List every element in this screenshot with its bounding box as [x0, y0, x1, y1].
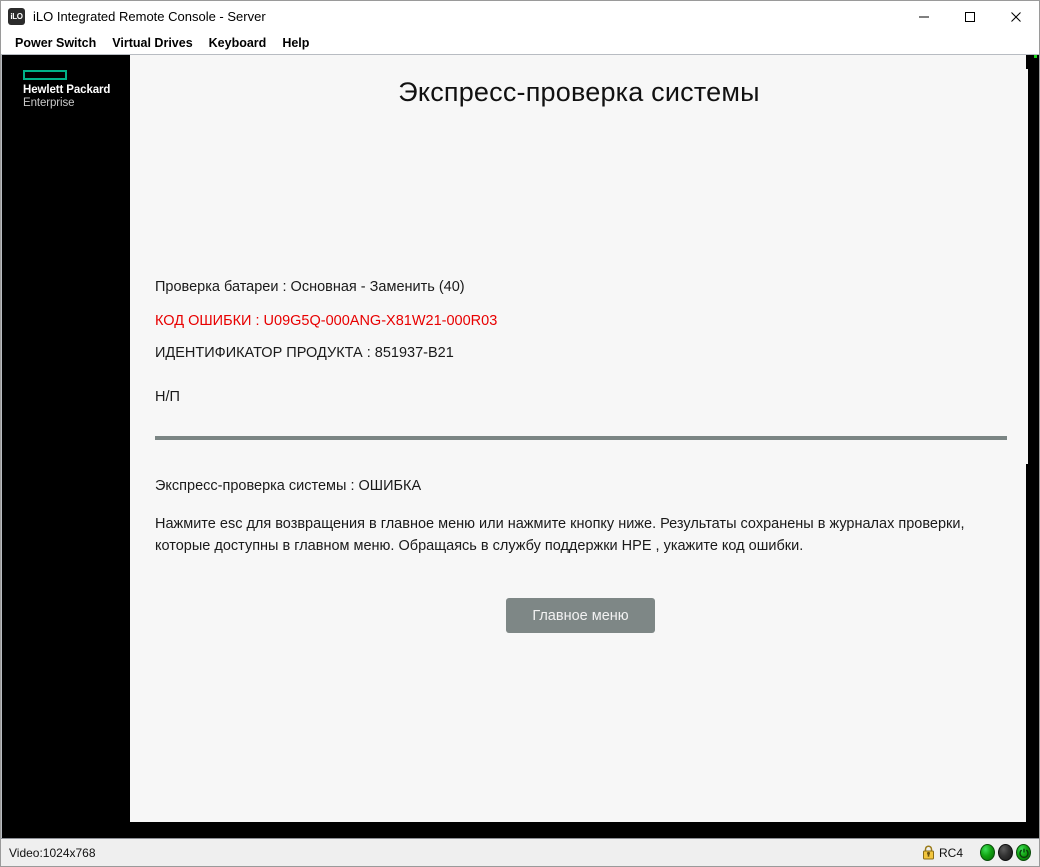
status-bar-right-group: RC4 [922, 844, 1031, 861]
ilo-remote-console-window: iLO iLO Integrated Remote Console - Serv… [0, 0, 1040, 867]
video-resolution-status: Video:1024x768 [9, 845, 96, 860]
window-title: iLO Integrated Remote Console - Server [33, 9, 266, 24]
hpe-logo-line1: Hewlett Packard [23, 84, 111, 96]
menu-item-virtual-drives[interactable]: Virtual Drives [104, 32, 200, 54]
menu-item-help[interactable]: Help [274, 32, 317, 54]
remote-console-viewport[interactable]: Hewlett Packard Enterprise Экспресс-пров… [1, 54, 1039, 838]
status-led-power[interactable] [1016, 844, 1031, 861]
padlock-icon [922, 845, 934, 860]
minimize-icon [919, 16, 929, 17]
window-controls [901, 1, 1039, 32]
hpe-logo-mark-icon [23, 70, 67, 80]
main-menu-button[interactable]: Главное меню [506, 598, 655, 633]
minimize-button[interactable] [901, 1, 947, 32]
express-test-result-line: Экспресс-проверка системы : ОШИБКА [155, 478, 422, 494]
console-letterbox-bottom [2, 822, 1039, 838]
instructions-text: Нажмите esc для возвращения в главное ме… [155, 516, 965, 554]
battery-check-line: Проверка батареи : Основная - Заменить (… [155, 279, 465, 295]
status-bar: Video:1024x768 RC4 [1, 838, 1039, 866]
maximize-icon [965, 11, 975, 22]
hpe-logo: Hewlett Packard Enterprise [23, 70, 119, 110]
hpe-logo-line2: Enterprise [23, 97, 75, 109]
close-button[interactable] [993, 1, 1039, 32]
cipher-status-label: RC4 [938, 845, 963, 860]
menu-item-keyboard[interactable]: Keyboard [201, 32, 275, 54]
close-icon [1011, 11, 1021, 22]
horizontal-divider [155, 436, 1007, 440]
status-led-green [980, 844, 995, 861]
page-title: Экспресс-проверка системы [398, 77, 760, 107]
not-applicable-line: Н/П [155, 389, 180, 405]
console-letterbox-right [1026, 464, 1039, 822]
status-led-off [998, 844, 1013, 861]
remote-screen-page: Экспресс-проверка системы Проверка батар… [130, 55, 1028, 822]
menu-item-power-switch[interactable]: Power Switch [7, 32, 104, 54]
error-code-line: КОД ОШИБКИ : U09G5Q-000ANG-X81W21-000R03 [155, 313, 498, 329]
menu-bar: Power Switch Virtual Drives Keyboard Hel… [1, 32, 1039, 54]
title-bar: iLO iLO Integrated Remote Console - Serv… [1, 1, 1039, 32]
scroll-marker [1034, 55, 1037, 58]
product-id-line: ИДЕНТИФИКАТОР ПРОДУКТА : 851937-B21 [155, 345, 454, 361]
power-icon [1018, 848, 1029, 858]
maximize-button[interactable] [947, 1, 993, 32]
console-letterbox-top-right [1026, 55, 1039, 69]
ilo-app-icon: iLO [8, 8, 25, 25]
console-letterbox-left: Hewlett Packard Enterprise [2, 55, 130, 838]
